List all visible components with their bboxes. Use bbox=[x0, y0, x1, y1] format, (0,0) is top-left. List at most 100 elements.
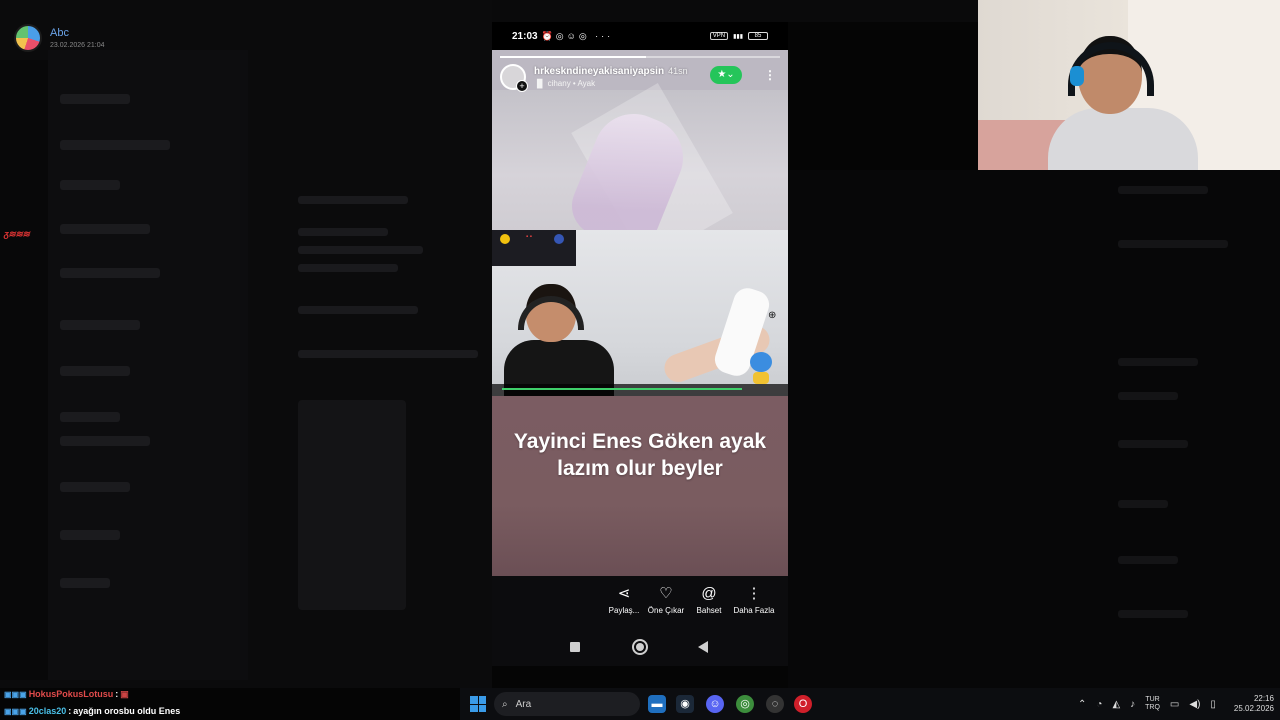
member-row bbox=[1118, 500, 1168, 508]
member-row bbox=[1118, 556, 1178, 564]
opera-icon[interactable]: O bbox=[794, 695, 812, 713]
streamer-webcam-figure bbox=[1028, 36, 1208, 170]
chat-text: ayağın orosbu oldu Enes bbox=[73, 706, 181, 716]
member-row bbox=[1118, 440, 1188, 448]
more-options-icon[interactable]: ⋮ bbox=[764, 68, 776, 82]
overlay-user-date: 23.02.2026 21:04 bbox=[50, 42, 105, 49]
story-header: + hrkeskndineyakisaniyapsin 41sn ▐▌ cihan… bbox=[500, 64, 688, 92]
chevron-up-icon[interactable]: ⌃ bbox=[1078, 699, 1086, 710]
channel-item bbox=[60, 366, 130, 376]
webcam-feed bbox=[978, 0, 1280, 170]
battery-icon[interactable]: ▯ bbox=[1210, 699, 1216, 710]
more-vertical-icon: ⋮ bbox=[746, 585, 762, 602]
share-button[interactable]: ⋖ Paylaş... bbox=[602, 584, 646, 615]
stream-chat-overlay: ▣▣▣ HokusPokusLotusu : ▣ ▣▣▣ 20clas20 : … bbox=[0, 686, 470, 720]
channel-item bbox=[60, 578, 110, 588]
member-row bbox=[1118, 186, 1208, 194]
story-music[interactable]: ▐▌ cihany • Ayak bbox=[534, 79, 688, 88]
discord-icon[interactable]: ☺ bbox=[706, 695, 724, 713]
zoom-icon: ⊕ bbox=[768, 310, 777, 321]
notification-icons: ⏰◎☺◎ ··· bbox=[541, 30, 614, 41]
windows-start-icon[interactable] bbox=[470, 696, 486, 712]
language-top: TUR bbox=[1145, 696, 1160, 703]
chat-username: 20clas20 bbox=[28, 706, 67, 716]
instagram-story[interactable]: ▪ ▪ ⊕ Yayinci Enes Göken ayak lazım olur… bbox=[492, 50, 788, 576]
display-icon[interactable]: ▭ bbox=[1170, 699, 1179, 710]
clock-date: 25.02.2026 bbox=[1233, 704, 1274, 713]
obs-icon[interactable]: ◌ bbox=[766, 695, 784, 713]
server-list bbox=[0, 60, 48, 680]
background-discord-window bbox=[0, 0, 492, 688]
chat-colon: : bbox=[68, 706, 72, 716]
caption-line-2: lazım olur beyler bbox=[557, 457, 723, 480]
highlight-heart-icon: ♡ bbox=[659, 585, 673, 602]
chat-message: ▣▣▣ 20clas20 : ayağın orosbu oldu Enes bbox=[0, 703, 470, 720]
story-username-row[interactable]: hrkeskndineyakisaniyapsin 41sn bbox=[534, 66, 688, 77]
highlight-button[interactable]: ♡ Öne Çıkar bbox=[644, 584, 688, 615]
search-box[interactable]: ⌕ Ara bbox=[494, 692, 640, 716]
tray-app-icon[interactable]: ◔ bbox=[1096, 699, 1102, 710]
language-bottom: TRQ bbox=[1145, 704, 1160, 711]
story-avatar[interactable]: + bbox=[500, 64, 528, 92]
chat-colon: : bbox=[115, 689, 119, 699]
channel-item bbox=[60, 94, 130, 104]
windows-taskbar: ⌕ Ara ▬ ◉ ☺ ◎ ◌ O ⌃ ◔ ◭ ♪ TUR TRQ ▭ ◀) ▯… bbox=[460, 688, 1280, 720]
file-explorer-icon[interactable]: ▬ bbox=[648, 695, 666, 713]
battery-indicator: 85 bbox=[748, 32, 768, 40]
message-line bbox=[298, 228, 388, 236]
volume-icon[interactable]: ◀) bbox=[1189, 699, 1200, 710]
search-icon: ⌕ bbox=[502, 698, 508, 710]
story-progress-bar bbox=[500, 56, 780, 58]
music-icon: ▐▌ bbox=[534, 79, 548, 88]
channel-item bbox=[60, 140, 170, 150]
message-line bbox=[298, 350, 478, 358]
member-row bbox=[1118, 392, 1178, 400]
microphone-icon[interactable]: ♪ bbox=[1130, 699, 1135, 710]
language-indicator[interactable]: TUR TRQ bbox=[1145, 696, 1160, 712]
chrome-icon[interactable]: ◎ bbox=[736, 695, 754, 713]
home-button[interactable] bbox=[632, 639, 648, 655]
channel-item bbox=[60, 320, 140, 330]
story-username[interactable]: hrkeskndineyakisaniyapsin bbox=[534, 66, 664, 77]
member-row bbox=[1118, 240, 1228, 248]
status-right: VPN ▮▮▮ 85 bbox=[709, 32, 768, 40]
story-photo-foot bbox=[492, 83, 788, 263]
message-image bbox=[298, 400, 406, 610]
caption-line-1: Yayinci Enes Göken ayak bbox=[513, 430, 767, 453]
channel-item bbox=[60, 268, 160, 278]
member-row bbox=[1118, 358, 1198, 366]
status-time: 21:03 bbox=[512, 30, 538, 42]
message-line bbox=[298, 264, 398, 272]
chat-username: HokusPokusLotusu bbox=[28, 689, 114, 699]
recent-apps-button[interactable] bbox=[570, 642, 580, 652]
overlay-user-name: Abc bbox=[50, 27, 69, 39]
story-actions-bar: ⋖ Paylaş... ♡ Öne Çıkar @ Bahset ⋮ Daha … bbox=[492, 576, 788, 630]
android-nav-bar bbox=[492, 630, 788, 666]
steam-icon[interactable]: ◉ bbox=[676, 695, 694, 713]
close-friends-star-button[interactable]: ★⌄ bbox=[710, 66, 742, 84]
mention-label: Bahset bbox=[696, 606, 722, 615]
chat-badges-icon: ▣▣▣ bbox=[4, 690, 27, 699]
follow-plus-icon[interactable]: + bbox=[516, 80, 528, 92]
phone-screen: 21:03 ⏰◎☺◎ ··· VPN ▮▮▮ 85 ▪ ▪ ⊕ Yayinci … bbox=[492, 22, 788, 666]
team-logo-icon bbox=[554, 234, 564, 244]
more-button[interactable]: ⋮ Daha Fazla bbox=[732, 584, 776, 615]
channel-item bbox=[60, 436, 150, 446]
mention-button[interactable]: @ Bahset bbox=[687, 584, 731, 615]
message-line bbox=[298, 196, 408, 204]
headset-ear-icon bbox=[1070, 66, 1084, 86]
emote-icon: ▣ bbox=[120, 689, 129, 699]
clock-time: 22:16 bbox=[1253, 694, 1274, 703]
system-tray: ⌃ ◔ ◭ ♪ TUR TRQ ▭ ◀) ▯ 22:16 25.02.2026 bbox=[1078, 688, 1274, 720]
background-member-list bbox=[788, 170, 1280, 688]
story-caption: Yayinci Enes Göken ayak lazım olur beyle… bbox=[492, 428, 788, 482]
taskbar-clock[interactable]: 22:16 25.02.2026 bbox=[1234, 694, 1274, 714]
channel-item bbox=[60, 180, 120, 190]
channel-item bbox=[60, 530, 120, 540]
message-line bbox=[298, 246, 423, 254]
vpn-icon: VPN bbox=[709, 32, 729, 40]
network-icon[interactable]: ◭ bbox=[1112, 699, 1120, 710]
member-row bbox=[1118, 610, 1188, 618]
back-button[interactable] bbox=[698, 641, 708, 653]
channel-item bbox=[60, 412, 120, 422]
